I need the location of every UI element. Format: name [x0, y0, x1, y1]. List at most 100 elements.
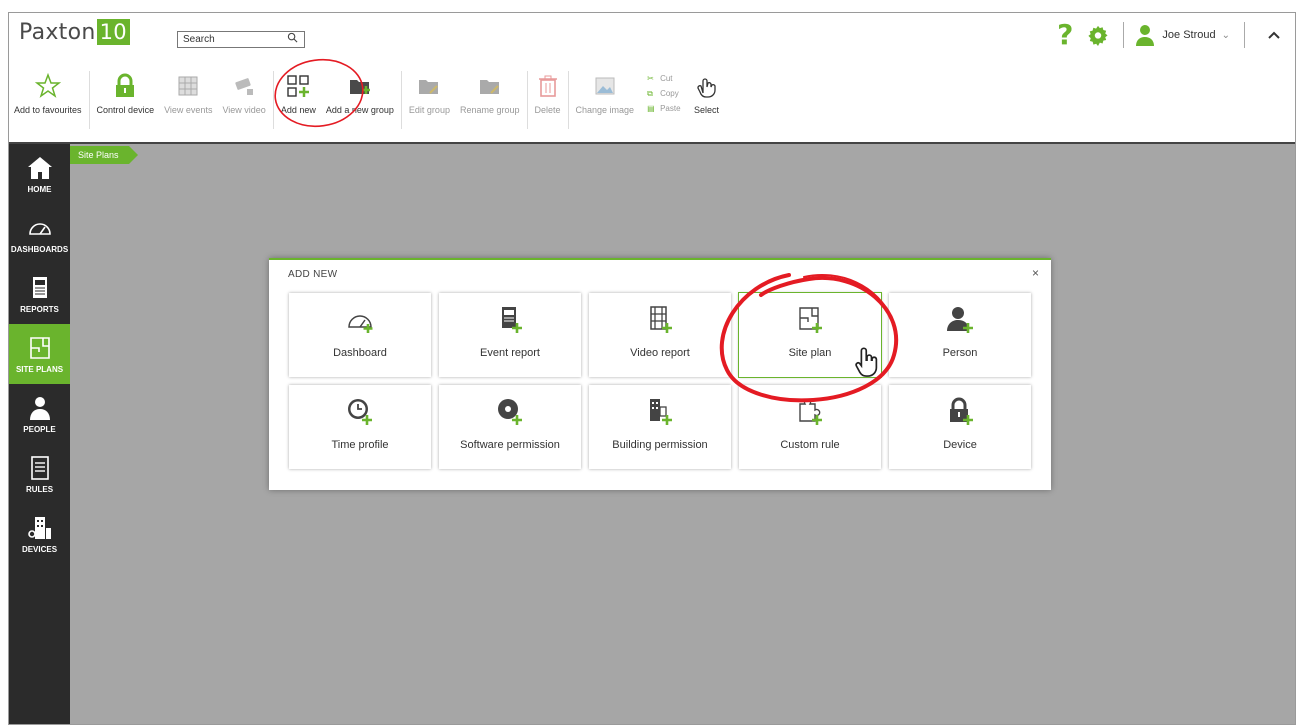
- collapse-toolbar-icon[interactable]: [1267, 27, 1281, 43]
- edit-group-button[interactable]: Edit group: [404, 71, 455, 115]
- chevron-down-icon[interactable]: ⌄: [1222, 30, 1230, 41]
- option-person[interactable]: Person: [889, 293, 1031, 377]
- person-icon: [29, 397, 50, 420]
- dialog-title: ADD NEW: [288, 269, 338, 280]
- add-to-favourites-label: Add to favourites: [14, 105, 82, 115]
- option-event-report[interactable]: Event report: [439, 293, 581, 377]
- toolbar-divider: [526, 71, 528, 129]
- camera-icon: [235, 78, 254, 95]
- home-icon: [27, 157, 52, 179]
- cut-label: Cut: [660, 74, 673, 83]
- add-to-favourites-button[interactable]: Add to favourites: [9, 71, 87, 115]
- lock-icon: [116, 73, 135, 97]
- report-icon: [32, 277, 47, 298]
- hand-pointer-icon: [696, 78, 716, 98]
- option-label: Video report: [630, 347, 690, 359]
- sidebar-item-rules[interactable]: RULES: [9, 444, 70, 504]
- option-building-permission[interactable]: Building permission: [589, 385, 731, 469]
- copy-icon: ⧉: [647, 89, 653, 98]
- sidebar-item-label: HOME: [27, 185, 52, 194]
- lock-add-icon: [950, 397, 973, 425]
- user-menu[interactable]: Joe Stroud ⌄: [1134, 24, 1240, 46]
- sidebar: HOME DASHBOARDS REPORTS SITE PLANS PEOPL…: [9, 144, 70, 724]
- control-device-button[interactable]: Control device: [92, 71, 160, 115]
- devices-icon: [27, 517, 51, 539]
- sidebar-item-devices[interactable]: DEVICES: [9, 504, 70, 564]
- sidebar-item-home[interactable]: HOME: [9, 144, 70, 204]
- option-device[interactable]: Device: [889, 385, 1031, 469]
- building-add-icon: [650, 399, 672, 425]
- person-add-icon: [947, 307, 973, 333]
- folder-add-icon: [349, 80, 370, 94]
- search-icon[interactable]: [287, 32, 298, 46]
- toolbar-divider: [272, 71, 274, 129]
- sidebar-item-site-plans[interactable]: SITE PLANS: [9, 324, 70, 384]
- hand-cursor-icon: [852, 347, 882, 392]
- trash-icon: [538, 75, 557, 97]
- control-device-label: Control device: [96, 105, 155, 115]
- view-video-button[interactable]: View video: [217, 71, 270, 115]
- option-label: Custom rule: [780, 439, 840, 451]
- puzzle-add-icon: [799, 398, 822, 425]
- user-avatar-icon: [1136, 25, 1155, 46]
- add-new-options: Dashboard Event report Video report Site…: [289, 292, 1031, 469]
- add-new-dialog: ADD NEW × Dashboard Event report Video r…: [269, 258, 1051, 490]
- option-software-permission[interactable]: Software permission: [439, 385, 581, 469]
- toolbar: Add to favourites Control device View ev…: [9, 71, 725, 139]
- rename-group-label: Rename group: [459, 105, 520, 115]
- add-new-button[interactable]: Add new: [276, 71, 321, 115]
- site-plan-add-icon: [799, 307, 822, 333]
- select-label: Select: [694, 105, 720, 115]
- toolbar-divider: [567, 71, 569, 129]
- sidebar-item-label: DASHBOARDS: [10, 245, 69, 254]
- option-label: Device: [943, 439, 977, 451]
- toolbar-divider: [400, 71, 402, 129]
- disc-add-icon: [498, 399, 522, 425]
- sidebar-item-label: REPORTS: [20, 305, 59, 314]
- header-divider-2: [1244, 22, 1245, 48]
- sidebar-item-dashboards[interactable]: DASHBOARDS: [9, 204, 70, 264]
- help-icon[interactable]: ?: [1057, 21, 1073, 49]
- edit-group-label: Edit group: [408, 105, 450, 115]
- option-label: Time profile: [331, 439, 389, 451]
- search-input[interactable]: Search: [177, 31, 305, 48]
- option-label: Person: [942, 347, 978, 359]
- option-dashboard[interactable]: Dashboard: [289, 293, 431, 377]
- add-a-new-group-button[interactable]: Add a new group: [321, 71, 399, 115]
- option-time-profile[interactable]: Time profile: [289, 385, 431, 469]
- sidebar-item-people[interactable]: PEOPLE: [9, 384, 70, 444]
- rename-group-button[interactable]: Rename group: [455, 71, 525, 115]
- select-button[interactable]: Select: [689, 71, 725, 115]
- copy-button[interactable]: ⧉ Copy: [647, 86, 680, 101]
- option-custom-rule[interactable]: Custom rule: [739, 385, 881, 469]
- scissors-icon: ✂: [647, 74, 654, 83]
- brand-version: 10: [96, 19, 130, 45]
- paste-button[interactable]: ▤ Paste: [647, 101, 680, 116]
- change-image-button[interactable]: Change image: [571, 71, 640, 115]
- gear-icon[interactable]: [1087, 24, 1109, 46]
- rules-icon: [30, 456, 49, 480]
- video-report-icon: [650, 306, 672, 333]
- user-name: Joe Stroud: [1162, 29, 1216, 41]
- site-plan-icon: [29, 337, 50, 359]
- gauge-icon: [28, 223, 51, 235]
- option-site-plan[interactable]: Site plan: [738, 292, 882, 378]
- option-label: Event report: [480, 347, 540, 359]
- breadcrumb[interactable]: Site Plans: [70, 146, 137, 164]
- view-events-label: View events: [164, 105, 213, 115]
- paste-label: Paste: [660, 104, 681, 113]
- sidebar-item-label: SITE PLANS: [15, 365, 64, 374]
- cut-button[interactable]: ✂ Cut: [647, 71, 680, 86]
- view-events-button[interactable]: View events: [159, 71, 217, 115]
- sidebar-item-reports[interactable]: REPORTS: [9, 264, 70, 324]
- brand-name: Paxton: [19, 19, 96, 45]
- option-video-report[interactable]: Video report: [589, 293, 731, 377]
- dashboard-icon: [348, 315, 373, 333]
- sidebar-item-label: PEOPLE: [23, 425, 56, 434]
- delete-button[interactable]: Delete: [530, 71, 566, 115]
- close-icon[interactable]: ×: [1032, 266, 1039, 280]
- add-a-new-group-label: Add a new group: [325, 105, 394, 115]
- add-grid-icon: [287, 75, 310, 97]
- change-image-label: Change image: [575, 105, 635, 115]
- brand-logo: Paxton 10: [19, 19, 130, 45]
